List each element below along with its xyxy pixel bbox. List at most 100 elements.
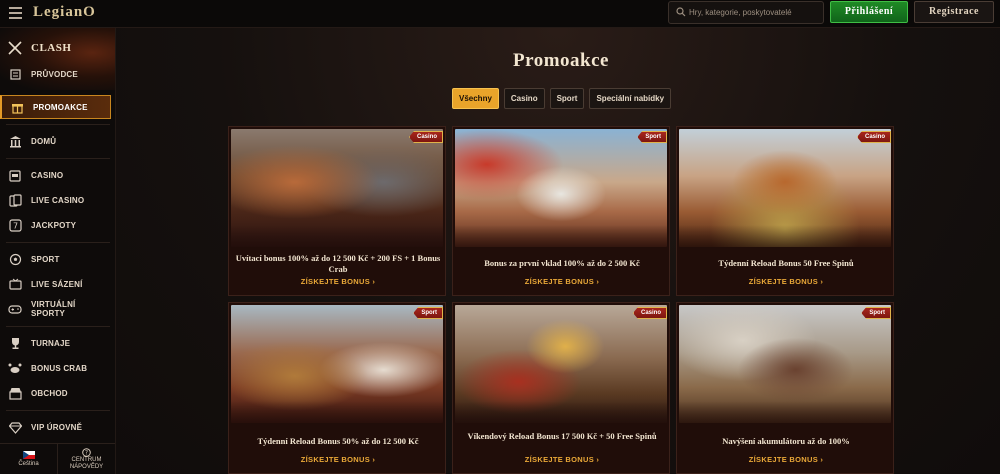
sidebar-item-live-betting[interactable]: LIVE SÁZENÍ (0, 272, 111, 296)
login-button[interactable]: Přihlášení (830, 1, 908, 23)
sidebar-item-label: DOMŮ (31, 136, 57, 146)
promo-card[interactable]: Sport Navýšení akumulátoru až do 100% ZÍ… (676, 302, 894, 474)
sidebar-item-bonus-crab[interactable]: BONUS CRAB (0, 356, 111, 380)
get-bonus-link[interactable]: ZÍSKEJTE BONUS › (229, 455, 445, 464)
sidebar-footer: Čeština ? CENTRUM NÁPOVĚDY (0, 443, 115, 474)
cta-label: ZÍSKEJTE BONUS (300, 277, 370, 286)
diamond-icon (8, 420, 22, 434)
register-button[interactable]: Registrace (914, 1, 994, 23)
category-badge: Casino (856, 131, 891, 143)
gamepad-icon (8, 302, 22, 316)
chevron-right-icon: › (820, 277, 824, 286)
sidebar-item-label: SPORT (31, 254, 60, 264)
sidebar-item-label: JACKPOTY (31, 220, 77, 230)
sidebar-item-home[interactable]: DOMŮ (0, 129, 111, 153)
cta-label: ZÍSKEJTE BONUS (300, 455, 370, 464)
help-icon: ? (82, 447, 91, 457)
jackpot-icon: 7 (8, 218, 22, 232)
promo-card[interactable]: Casino Týdenní Reload Bonus 50 Free Spin… (676, 126, 894, 296)
svg-text:7: 7 (12, 221, 17, 230)
help-label-line2: NÁPOVĚDY (69, 463, 104, 470)
chevron-right-icon: › (820, 455, 824, 464)
chevron-right-icon: › (372, 277, 376, 286)
search-icon (676, 7, 686, 17)
crossed-swords-icon (8, 41, 22, 55)
sidebar-item-label: CLASH (31, 42, 72, 54)
temple-icon (8, 134, 22, 148)
sidebar-item-shop[interactable]: OBCHOD (0, 381, 111, 405)
promo-card[interactable]: Sport Týdenní Reload Bonus 50% až do 12 … (228, 302, 446, 474)
sidebar-item-tournaments[interactable]: TURNAJE (0, 331, 111, 355)
trophy-icon (8, 336, 22, 350)
tab-special-offers[interactable]: Speciální nabídky (589, 88, 672, 109)
promo-card[interactable]: Casino Víkendový Reload Bonus 17 500 Kč … (452, 302, 670, 474)
live-tv-icon (8, 277, 22, 291)
get-bonus-link[interactable]: ZÍSKEJTE BONUS › (229, 277, 445, 286)
help-label-line1: CENTRUM (71, 456, 102, 463)
top-bar: LegianO Přihlášení Registrace (0, 0, 1000, 28)
crab-icon (8, 361, 22, 375)
sidebar-item-label: OBCHOD (31, 388, 68, 398)
promo-title: Bonus za první vklad 100% až do 2 500 Kč (484, 258, 640, 268)
language-label: Čeština (18, 460, 39, 467)
sidebar-item-live-casino[interactable]: LIVE CASINO (0, 188, 111, 212)
tab-casino[interactable]: Casino (503, 88, 545, 109)
get-bonus-link[interactable]: ZÍSKEJTE BONUS › (453, 455, 669, 464)
slot-machine-icon (8, 168, 22, 182)
sidebar-item-label: CASINO (31, 170, 64, 180)
promo-title: Týdenní Reload Bonus 50% až do 12 500 Kč (257, 436, 419, 446)
get-bonus-link[interactable]: ZÍSKEJTE BONUS › (677, 277, 893, 286)
cta-label: ZÍSKEJTE BONUS (524, 455, 594, 464)
cta-label: ZÍSKEJTE BONUS (524, 277, 594, 286)
scroll-icon (8, 67, 22, 81)
sidebar-item-virtual-sports[interactable]: VIRTUÁLNÍ SPORTY (0, 297, 111, 321)
promo-card[interactable]: Casino Uvítací bonus 100% až do 12 500 K… (228, 126, 446, 296)
category-badge: Sport (861, 307, 891, 319)
get-bonus-link[interactable]: ZÍSKEJTE BONUS › (453, 277, 669, 286)
site-logo[interactable]: LegianO (33, 4, 96, 21)
filter-tabs: Všechny Casino Sport Speciální nabídky (452, 88, 672, 109)
cards-icon (8, 193, 22, 207)
chevron-right-icon: › (372, 455, 376, 464)
promo-title: Víkendový Reload Bonus 17 500 Kč + 50 Fr… (467, 431, 657, 441)
sidebar-item-casino[interactable]: CASINO (0, 163, 111, 187)
help-center-link[interactable]: ? CENTRUM NÁPOVĚDY (58, 444, 115, 474)
sidebar-item-clash[interactable]: CLASH (0, 36, 111, 60)
hamburger-menu-icon[interactable] (9, 7, 22, 19)
sidebar-item-promotions[interactable]: PROMOAKCE (0, 95, 111, 119)
sidebar-item-label: BONUS CRAB (31, 363, 88, 373)
cta-label: ZÍSKEJTE BONUS (748, 277, 818, 286)
shop-icon (8, 386, 22, 400)
sidebar-item-label: LIVE CASINO (31, 195, 85, 205)
tab-all[interactable]: Všechny (452, 88, 499, 109)
sidebar-item-guide[interactable]: PRŮVODCE (0, 62, 111, 86)
category-badge: Sport (413, 307, 443, 319)
sidebar-item-label: LIVE SÁZENÍ (31, 279, 83, 289)
language-selector[interactable]: Čeština (0, 444, 58, 474)
soccer-ball-icon (8, 252, 22, 266)
tab-sport[interactable]: Sport (549, 88, 585, 109)
category-badge: Sport (637, 131, 667, 143)
page-title: Promoakce (513, 50, 609, 71)
sidebar-item-label: PRŮVODCE (31, 69, 78, 79)
czech-flag-icon (22, 450, 35, 459)
search-input[interactable] (689, 4, 821, 21)
sidebar-item-label: TURNAJE (31, 338, 71, 348)
chevron-right-icon: › (596, 277, 600, 286)
cta-label: ZÍSKEJTE BONUS (748, 455, 818, 464)
sidebar-item-jackpots[interactable]: 7 JACKPOTY (0, 213, 111, 237)
category-badge: Casino (408, 131, 443, 143)
promo-title: Navýšení akumulátoru až do 100% (722, 436, 850, 446)
promo-card[interactable]: Sport Bonus za první vklad 100% až do 2 … (452, 126, 670, 296)
get-bonus-link[interactable]: ZÍSKEJTE BONUS › (677, 455, 893, 464)
sidebar: CLASH PRŮVODCE PROMOAKCE DOMŮ CASINO LIV… (0, 28, 116, 474)
sidebar-item-label: VIRTUÁLNÍ SPORTY (31, 300, 76, 318)
search-box[interactable] (668, 1, 824, 24)
main-content: Promoakce Všechny Casino Sport Speciální… (116, 28, 1000, 474)
sidebar-item-label: VIP ÚROVNĚ (31, 422, 83, 432)
promo-title: Týdenní Reload Bonus 50 Free Spinů (718, 258, 854, 268)
sidebar-item-sport[interactable]: SPORT (0, 247, 111, 271)
category-badge: Casino (632, 307, 667, 319)
chevron-right-icon: › (596, 455, 600, 464)
sidebar-item-vip-levels[interactable]: VIP ÚROVNĚ (0, 415, 111, 439)
